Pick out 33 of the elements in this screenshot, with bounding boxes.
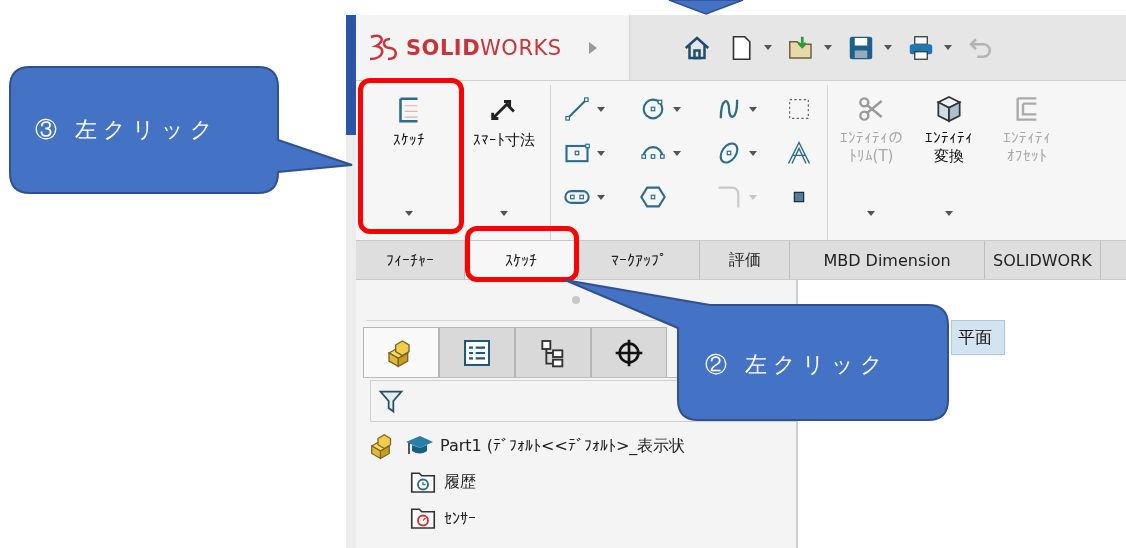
plane-label[interactable]: 平面 xyxy=(951,320,1005,355)
splitter-handle-icon[interactable] xyxy=(571,295,581,305)
panel-tab[interactable] xyxy=(439,327,515,377)
caret-icon xyxy=(824,45,832,50)
caret-icon xyxy=(673,106,681,112)
caret-icon xyxy=(749,106,757,112)
caret-icon xyxy=(884,45,892,50)
caret-icon xyxy=(749,150,757,156)
caret-icon xyxy=(944,45,952,50)
ribbon-button[interactable]: ｽﾏｰﾄ寸法 xyxy=(462,85,546,240)
tree-item-label[interactable]: ｾﾝｻｰ xyxy=(444,508,476,528)
panel-tab[interactable] xyxy=(515,327,591,377)
line-icon xyxy=(563,95,591,123)
panel-tab[interactable] xyxy=(591,327,667,377)
caret-icon xyxy=(405,211,413,216)
caret-icon xyxy=(597,106,605,112)
tree-item-label[interactable]: Part1 (ﾃﾞﾌｫﾙﾄ<<ﾃﾞﾌｫﾙﾄ>_表示状 xyxy=(440,435,686,457)
caret-icon xyxy=(500,211,508,216)
ribbon-button[interactable]: ｽｹｯﾁ xyxy=(356,85,462,240)
ribbon-button[interactable]: ｴﾝﾃｨﾃｨ 変換 xyxy=(910,85,988,240)
caret-icon xyxy=(945,211,953,216)
caret-icon xyxy=(749,194,757,200)
callout-text: ② 左クリック xyxy=(705,351,889,379)
text-tool-icon xyxy=(785,139,813,167)
callout-text: ③ 左クリック xyxy=(35,116,219,144)
expand-arrow-icon[interactable] xyxy=(587,40,598,55)
app-logo-text: SOLIDWORKS xyxy=(406,35,562,60)
caret-icon xyxy=(597,150,605,156)
caret-icon xyxy=(673,150,681,156)
caret-icon xyxy=(867,211,875,216)
caret-icon xyxy=(597,194,605,200)
tree-item-label[interactable]: 履歴 xyxy=(444,471,476,493)
caret-icon xyxy=(764,45,772,50)
